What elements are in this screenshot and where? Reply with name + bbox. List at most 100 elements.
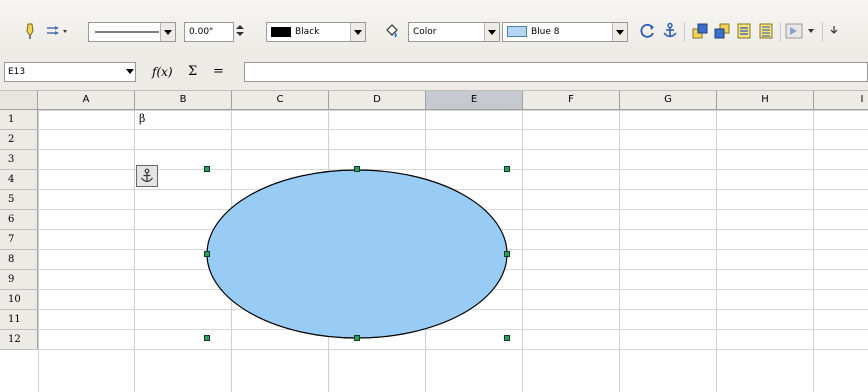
row-header-10[interactable]: 10 [0,290,38,310]
column-header-c[interactable]: C [232,91,329,110]
row-header-label: 2 [8,134,15,145]
row-header-label: 6 [8,214,15,225]
column-header-label: E [470,94,478,105]
name-box[interactable]: E13 [4,62,136,82]
resize-handle-bottom-left[interactable] [204,335,210,341]
row-header-11[interactable]: 11 [0,310,38,330]
chevron-down-icon[interactable] [806,20,816,42]
ellipse-shape[interactable] [200,162,516,346]
row-header-label: 9 [8,274,15,285]
function-button[interactable]: = [213,62,224,82]
toolbar-separator [822,22,823,42]
send-to-back-icon[interactable] [756,20,776,42]
resize-handle-top[interactable] [354,166,360,172]
chevron-down-icon[interactable] [350,23,365,41]
row-header-label: 12 [8,334,21,345]
column-header-label: G [664,94,672,105]
object-anchor-icon[interactable] [136,165,158,187]
column-header-label: B [179,94,187,105]
toolbar-separator [780,22,781,42]
row-header-label: 3 [8,154,15,165]
row-header-label: 4 [8,174,15,185]
row-header-label: 5 [8,194,15,205]
resize-handle-bottom-right[interactable] [504,335,510,341]
column-header-i[interactable]: I [814,91,868,110]
row-header-label: 7 [8,234,15,245]
row-header-8[interactable]: 8 [0,250,38,270]
area-style-dropdown[interactable]: Color [408,22,500,42]
toolbar-separator [684,22,685,42]
row-header-12[interactable]: 12 [0,330,38,350]
drawing-object-toolbar: 0.00" Black Color Blue 8 [0,0,868,54]
column-header-a[interactable]: A [38,91,135,110]
spin-down-icon[interactable] [236,32,244,36]
select-all-corner[interactable] [0,91,38,110]
resize-handle-top-left[interactable] [204,166,210,172]
column-header-e[interactable]: E [426,91,523,110]
column-header-label: I [860,94,864,105]
chevron-down-icon[interactable] [484,23,499,41]
column-header-label: C [276,94,284,105]
row-header-5[interactable]: 5 [0,190,38,210]
spin-up-icon[interactable] [236,25,244,29]
row-header-label: 10 [8,294,21,305]
chevron-down-icon[interactable] [612,23,627,41]
sum-button[interactable]: Σ [188,62,197,82]
bring-to-front-icon[interactable] [690,20,710,42]
rotate-icon[interactable] [638,20,658,42]
column-header-label: H [761,94,769,105]
cell-b1[interactable]: β [139,112,145,125]
gridline [38,149,868,150]
resize-handle-bottom[interactable] [354,335,360,341]
resize-handle-right[interactable] [504,251,510,257]
send-backward-icon[interactable] [734,20,754,42]
cell-reference: E13 [8,67,26,77]
line-style-dropdown[interactable] [88,22,176,42]
gridline [38,349,868,350]
column-header-h[interactable]: H [717,91,814,110]
column-header-f[interactable]: F [523,91,620,110]
row-header-label: 1 [8,114,15,125]
row-header-4[interactable]: 4 [0,170,38,190]
row-header-1[interactable]: 1 [0,110,38,130]
row-header-2[interactable]: 2 [0,130,38,150]
column-header-g[interactable]: G [620,91,717,110]
row-header-9[interactable]: 9 [0,270,38,290]
line-color-dropdown[interactable]: Black [266,22,366,42]
line-color-swatch [271,26,291,37]
line-style-preview [95,31,159,33]
bring-forward-icon[interactable] [712,20,732,42]
area-fill-label: Blue 8 [531,27,560,37]
line-width-spinner[interactable] [234,22,246,42]
area-fill-dropdown[interactable]: Blue 8 [502,22,628,42]
chevron-down-icon[interactable] [124,63,136,81]
row-header-label: 11 [8,314,21,325]
line-icon[interactable] [20,20,40,42]
area-style-label: Color [413,27,437,37]
column-header-b[interactable]: B [135,91,232,110]
line-width-field[interactable]: 0.00" [184,22,234,42]
area-style-icon[interactable] [382,20,402,42]
formula-bar: E13 f(x) Σ = [0,54,868,91]
line-width-value: 0.00" [189,27,214,37]
row-header-3[interactable]: 3 [0,150,38,170]
function-label: = [213,64,224,79]
chevron-down-icon[interactable] [160,23,175,41]
row-header-label: 8 [8,254,15,265]
row-header-6[interactable]: 6 [0,210,38,230]
row-header-7[interactable]: 7 [0,230,38,250]
formula-input[interactable] [244,62,868,82]
resize-handle-left[interactable] [204,251,210,257]
ellipse-body[interactable] [206,169,508,339]
toolbar-options-icon[interactable] [826,20,842,42]
function-wizard-button[interactable]: f(x) [152,62,173,82]
column-header-label: F [568,94,574,105]
anchor-icon[interactable] [660,20,680,42]
arrow-style-icon[interactable] [44,20,70,42]
resize-handle-top-right[interactable] [504,166,510,172]
to-background-icon[interactable] [784,20,804,42]
sum-label: Σ [188,64,198,79]
column-header-d[interactable]: D [329,91,426,110]
gridline [38,129,868,130]
fill-color-swatch [507,26,527,37]
